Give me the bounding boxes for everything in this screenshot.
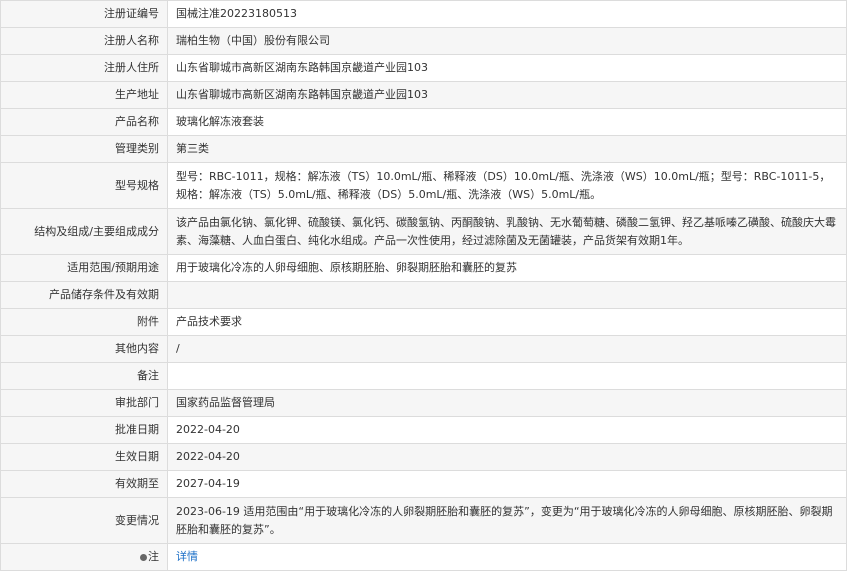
row-model-spec: 型号规格 型号：RBC-1011，规格：解冻液（TS）10.0mL/瓶、稀释液（… (0, 162, 847, 209)
value-product-name: 玻璃化解冻液套装 (167, 108, 847, 136)
note-dot-icon (140, 553, 147, 561)
label-remarks: 备注 (0, 362, 168, 390)
label-structure-composition: 结构及组成/主要组成成分 (0, 208, 168, 255)
label-intended-use: 适用范围/预期用途 (0, 254, 168, 282)
label-product-name: 产品名称 (0, 108, 168, 136)
value-attachment: 产品技术要求 (167, 308, 847, 336)
row-approval-date: 批准日期 2022-04-20 (0, 416, 847, 444)
value-structure-composition: 该产品由氯化钠、氯化钾、硫酸镁、氯化钙、碳酸氢钠、丙酮酸钠、乳酸钠、无水葡萄糖、… (167, 208, 847, 255)
value-registrant-name: 瑞柏生物（中国）股份有限公司 (167, 27, 847, 55)
row-attachment: 附件 产品技术要求 (0, 308, 847, 336)
row-remarks: 备注 (0, 362, 847, 390)
value-other-content: / (167, 335, 847, 363)
label-change-history: 变更情况 (0, 497, 168, 544)
label-management-category: 管理类别 (0, 135, 168, 163)
label-storage-conditions: 产品储存条件及有效期 (0, 281, 168, 309)
row-management-category: 管理类别 第三类 (0, 135, 847, 163)
label-model-spec: 型号规格 (0, 162, 168, 209)
row-other-content: 其他内容 / (0, 335, 847, 363)
value-remarks (167, 362, 847, 390)
details-link[interactable]: 详情 (176, 550, 198, 563)
value-production-address: 山东省聊城市高新区湖南东路韩国京畿道产业园103 (167, 81, 847, 109)
label-production-address: 生产地址 (0, 81, 168, 109)
value-registrant-address: 山东省聊城市高新区湖南东路韩国京畿道产业园103 (167, 54, 847, 82)
row-change-history: 变更情况 2023-06-19 适用范围由“用于玻璃化冷冻的人卵裂期胚胎和囊胚的… (0, 497, 847, 544)
label-note: 注 (0, 543, 168, 571)
row-registrant-address: 注册人住所 山东省聊城市高新区湖南东路韩国京畿道产业园103 (0, 54, 847, 82)
row-effective-date: 生效日期 2022-04-20 (0, 443, 847, 471)
label-registrant-name: 注册人名称 (0, 27, 168, 55)
label-registration-no: 注册证编号 (0, 0, 168, 28)
row-registration-no: 注册证编号 国械注准20223180513 (0, 0, 847, 28)
value-approval-department: 国家药品监督管理局 (167, 389, 847, 417)
value-model-spec: 型号：RBC-1011，规格：解冻液（TS）10.0mL/瓶、稀释液（DS）10… (167, 162, 847, 209)
registration-record-table: 注册证编号 国械注准20223180513 注册人名称 瑞柏生物（中国）股份有限… (0, 0, 847, 571)
label-registrant-address: 注册人住所 (0, 54, 168, 82)
value-registration-no: 国械注准20223180513 (167, 0, 847, 28)
value-change-history: 2023-06-19 适用范围由“用于玻璃化冷冻的人卵裂期胚胎和囊胚的复苏”，变… (167, 497, 847, 544)
value-intended-use: 用于玻璃化冷冻的人卵母细胞、原核期胚胎、卵裂期胚胎和囊胚的复苏 (167, 254, 847, 282)
note-label-text: 注 (148, 550, 159, 563)
value-approval-date: 2022-04-20 (167, 416, 847, 444)
row-approval-department: 审批部门 国家药品监督管理局 (0, 389, 847, 417)
row-product-name: 产品名称 玻璃化解冻液套装 (0, 108, 847, 136)
row-registrant-name: 注册人名称 瑞柏生物（中国）股份有限公司 (0, 27, 847, 55)
value-management-category: 第三类 (167, 135, 847, 163)
label-attachment: 附件 (0, 308, 168, 336)
row-production-address: 生产地址 山东省聊城市高新区湖南东路韩国京畿道产业园103 (0, 81, 847, 109)
value-note: 详情 (167, 543, 847, 571)
label-approval-date: 批准日期 (0, 416, 168, 444)
label-valid-until: 有效期至 (0, 470, 168, 498)
value-valid-until: 2027-04-19 (167, 470, 847, 498)
row-structure-composition: 结构及组成/主要组成成分 该产品由氯化钠、氯化钾、硫酸镁、氯化钙、碳酸氢钠、丙酮… (0, 208, 847, 255)
value-effective-date: 2022-04-20 (167, 443, 847, 471)
row-valid-until: 有效期至 2027-04-19 (0, 470, 847, 498)
label-approval-department: 审批部门 (0, 389, 168, 417)
row-note: 注 详情 (0, 543, 847, 571)
row-storage-conditions: 产品储存条件及有效期 (0, 281, 847, 309)
label-effective-date: 生效日期 (0, 443, 168, 471)
label-other-content: 其他内容 (0, 335, 168, 363)
row-intended-use: 适用范围/预期用途 用于玻璃化冷冻的人卵母细胞、原核期胚胎、卵裂期胚胎和囊胚的复… (0, 254, 847, 282)
value-storage-conditions (167, 281, 847, 309)
